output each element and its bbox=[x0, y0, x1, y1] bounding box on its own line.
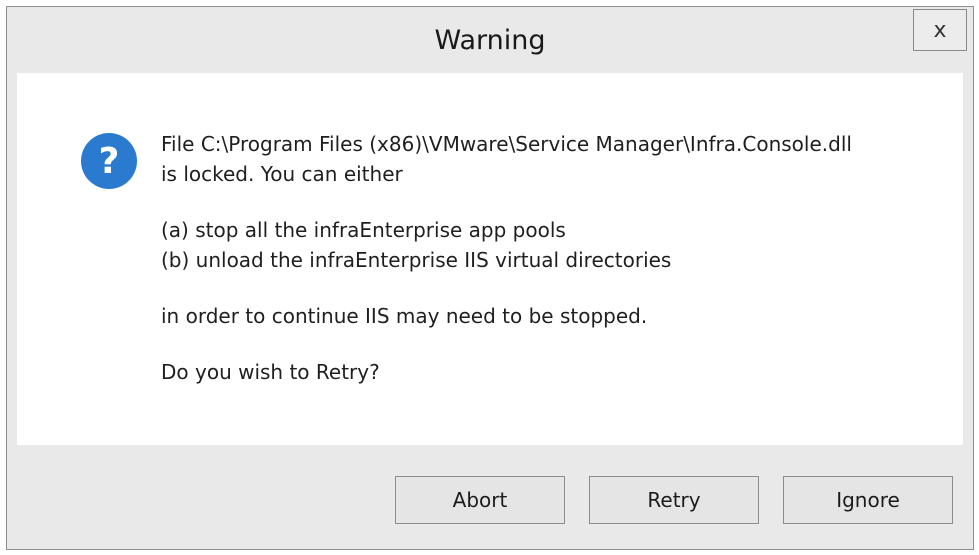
button-bar: Abort Retry Ignore bbox=[7, 445, 973, 551]
message-area: ? File C:\Program Files (x86)\VMware\Ser… bbox=[17, 73, 963, 445]
retry-question: Do you wish to Retry? bbox=[161, 360, 380, 384]
close-button[interactable]: x bbox=[913, 9, 967, 51]
ignore-button[interactable]: Ignore bbox=[783, 476, 953, 524]
warning-dialog: Warning x ? File C:\Program Files (x86)\… bbox=[6, 6, 974, 550]
message-line-3: in order to continue IIS may need to be … bbox=[161, 304, 648, 328]
message-line-1: File C:\Program Files (x86)\VMware\Servi… bbox=[161, 132, 852, 156]
title-bar: Warning x bbox=[7, 7, 973, 73]
option-b: (b) unload the infraEnterprise IIS virtu… bbox=[161, 248, 672, 272]
question-icon: ? bbox=[81, 133, 137, 189]
retry-button[interactable]: Retry bbox=[589, 476, 759, 524]
message-text: File C:\Program Files (x86)\VMware\Servi… bbox=[161, 129, 951, 387]
message-line-2: is locked. You can either bbox=[161, 162, 403, 186]
svg-text:?: ? bbox=[99, 141, 120, 182]
abort-button[interactable]: Abort bbox=[395, 476, 565, 524]
dialog-title: Warning bbox=[434, 25, 546, 56]
option-a: (a) stop all the infraEnterprise app poo… bbox=[161, 218, 566, 242]
close-icon: x bbox=[933, 17, 947, 43]
